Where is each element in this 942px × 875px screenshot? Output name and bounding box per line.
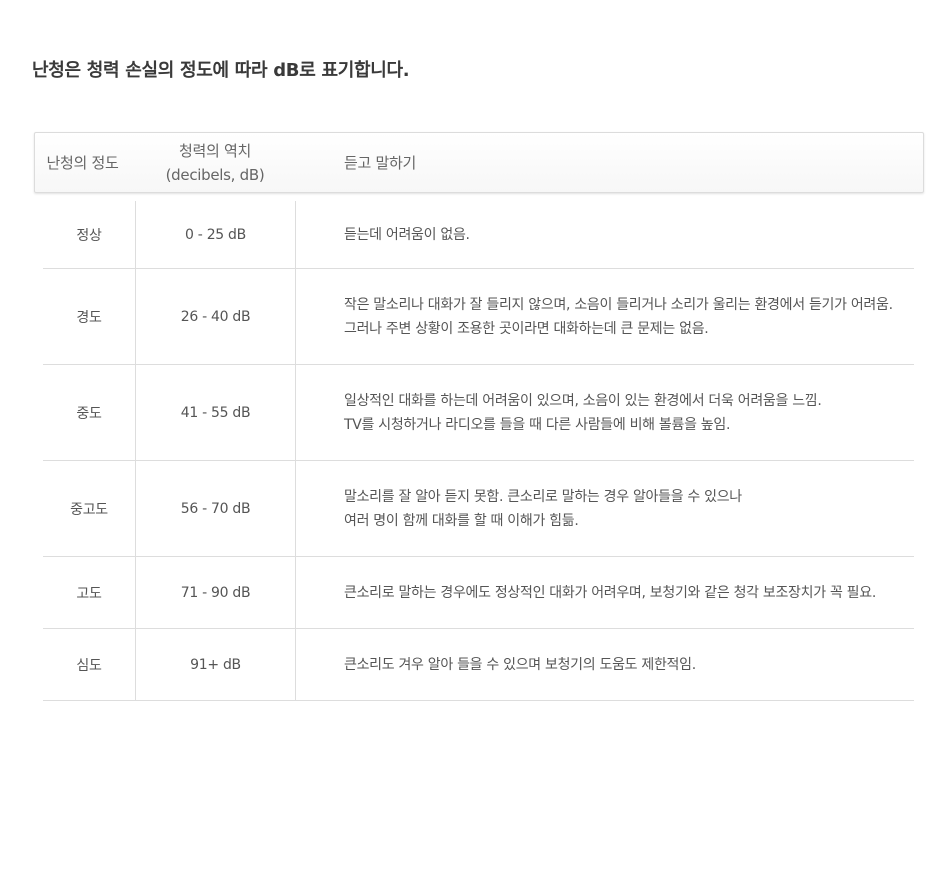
cell-hearing-description: 일상적인 대화를 하는데 어려움이 있으며, 소음이 있는 환경에서 더욱 어려…: [344, 365, 914, 460]
description-line: 듣는데 어려움이 없음.: [344, 226, 470, 243]
cell-threshold: 26 - 40 dB: [136, 269, 296, 364]
description-line: 일상적인 대화를 하는데 어려움이 있으며, 소음이 있는 환경에서 더욱 어려…: [344, 392, 822, 409]
table-row: 중도 41 - 55 dB 일상적인 대화를 하는데 어려움이 있으며, 소음이…: [43, 365, 914, 461]
header-threshold-label: 청력의 역치: [179, 141, 251, 160]
table-row: 경도 26 - 40 dB 작은 말소리나 대화가 잘 들리지 않으며, 소음이…: [43, 269, 914, 365]
cell-threshold: 56 - 70 dB: [136, 461, 296, 556]
table-body: 정상 0 - 25 dB 듣는데 어려움이 없음. 경도 26 - 40 dB …: [43, 201, 914, 701]
cell-level: 정상: [43, 201, 136, 268]
cell-hearing-description: 큰소리로 말하는 경우에도 정상적인 대화가 어려우며, 보청기와 같은 청각 …: [344, 557, 914, 628]
description-line: 큰소리로 말하는 경우에도 정상적인 대화가 어려우며, 보청기와 같은 청각 …: [344, 584, 876, 601]
cell-threshold: 41 - 55 dB: [136, 365, 296, 460]
description-line: 작은 말소리나 대화가 잘 들리지 않으며, 소음이 들리거나 소리가 울리는 …: [344, 296, 893, 313]
page-title: 난청은 청력 손실의 정도에 따라 dB로 표기합니다.: [32, 60, 410, 81]
table-header: 난청의 정도 청력의 역치 (decibels, dB) 듣고 말하기: [34, 132, 924, 193]
cell-level: 고도: [43, 557, 136, 628]
description-line: 그러나 주변 상황이 조용한 곳이라면 대화하는데 큰 문제는 없음.: [344, 320, 709, 337]
cell-threshold: 71 - 90 dB: [136, 557, 296, 628]
cell-level: 심도: [43, 629, 136, 700]
description-line: TV를 시청하거나 라디오를 들을 때 다른 사람들에 비해 볼륨을 높임.: [344, 416, 731, 433]
description-line: 말소리를 잘 알아 듣지 못함. 큰소리로 말하는 경우 알아들을 수 있으나: [344, 488, 742, 505]
cell-hearing-description: 듣는데 어려움이 없음.: [344, 201, 914, 268]
cell-hearing-description: 말소리를 잘 알아 듣지 못함. 큰소리로 말하는 경우 알아들을 수 있으나 …: [344, 461, 914, 556]
cell-hearing-description: 작은 말소리나 대화가 잘 들리지 않으며, 소음이 들리거나 소리가 울리는 …: [344, 269, 914, 364]
table-row: 고도 71 - 90 dB 큰소리로 말하는 경우에도 정상적인 대화가 어려우…: [43, 557, 914, 629]
header-hearing-threshold: 청력의 역치 (decibels, dB): [135, 133, 295, 192]
cell-level: 중고도: [43, 461, 136, 556]
cell-level: 경도: [43, 269, 136, 364]
header-threshold-unit: (decibels, dB): [165, 165, 265, 184]
description-line: 큰소리도 겨우 알아 들을 수 있으며 보청기의 도움도 제한적임.: [344, 656, 696, 673]
cell-hearing-description: 큰소리도 겨우 알아 들을 수 있으며 보청기의 도움도 제한적임.: [344, 629, 914, 700]
description-line: 여러 명이 함께 대화를 할 때 이해가 힘듦.: [344, 512, 579, 529]
header-listening-speaking: 듣고 말하기: [344, 154, 416, 172]
cell-threshold: 91+ dB: [136, 629, 296, 700]
table-row: 중고도 56 - 70 dB 말소리를 잘 알아 듣지 못함. 큰소리로 말하는…: [43, 461, 914, 557]
table-row: 심도 91+ dB 큰소리도 겨우 알아 들을 수 있으며 보청기의 도움도 제…: [43, 629, 914, 701]
cell-threshold: 0 - 25 dB: [136, 201, 296, 268]
header-hearing-loss-level: 난청의 정도: [46, 154, 119, 172]
cell-level: 중도: [43, 365, 136, 460]
table-row: 정상 0 - 25 dB 듣는데 어려움이 없음.: [43, 201, 914, 269]
